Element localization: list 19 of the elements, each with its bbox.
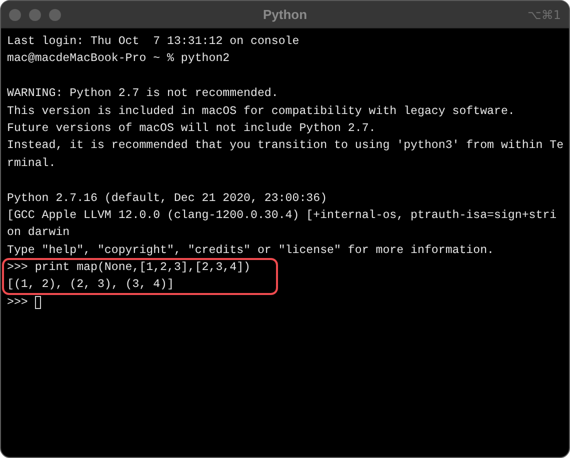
zoom-button[interactable] bbox=[49, 8, 61, 20]
terminal-line: Type "help", "copyright", "credits" or "license" for more information. bbox=[7, 242, 494, 259]
terminal-line: on darwin bbox=[7, 225, 70, 242]
terminal-line: [(1, 2), (2, 3), (3, 4)] bbox=[7, 277, 174, 294]
terminal-line: Python 2.7.16 (default, Dec 21 2020, 23:00:36) bbox=[7, 190, 328, 207]
terminal-line: mac@macdeMacBook-Pro ~ % python2 bbox=[7, 51, 230, 68]
terminal-line: rminal. bbox=[7, 156, 56, 172]
keyboard-shortcut: ⌥⌘1 bbox=[528, 8, 561, 22]
terminal-line: Last login: Thu Oct 7 13:31:12 on console bbox=[7, 34, 300, 50]
terminal-line: >>> print map(None,[1,2,3],[2,3,4]) bbox=[7, 260, 251, 276]
terminal-line: [GCC Apple LLVM 12.0.0 (clang-1200.0.30.4) [+internal-os, ptrauth-isa=sign+stri bbox=[7, 208, 557, 224]
terminal-line: >>> bbox=[7, 294, 29, 311]
terminal-line: WARNING: Python 2.7 is not recommended. bbox=[7, 86, 278, 102]
close-button[interactable] bbox=[9, 8, 21, 20]
window-title: Python bbox=[262, 7, 308, 22]
terminal-line: This version is included in macOS for compatibility with legacy software. bbox=[7, 104, 515, 120]
terminal-line: Future versions of macOS will not include Python 2.7. bbox=[7, 120, 376, 137]
minimize-button[interactable] bbox=[29, 8, 41, 20]
terminal-line: Instead, it is recommended that you transition to using 'python3' from within Te bbox=[7, 138, 564, 154]
